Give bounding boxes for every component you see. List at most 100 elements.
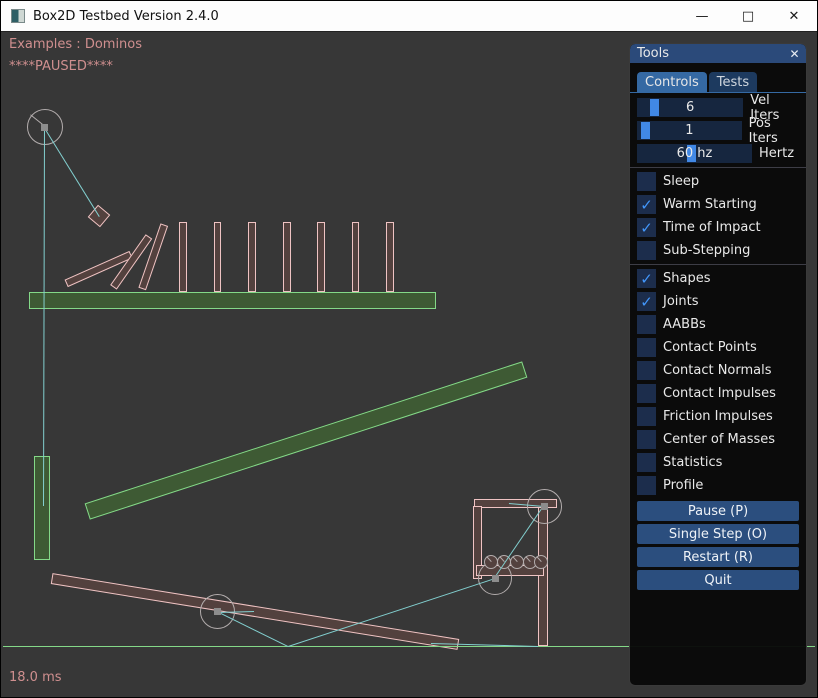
domino-standing[interactable] bbox=[352, 222, 360, 292]
title-bar: Box2D Testbed Version 2.4.0 — □ ✕ bbox=[1, 1, 817, 32]
single-step-o-button[interactable]: Single Step (O) bbox=[637, 524, 799, 544]
quit-button[interactable]: Quit bbox=[637, 570, 799, 590]
checkbox-label: Friction Impulses bbox=[663, 409, 773, 424]
slider-track[interactable]: 6 bbox=[637, 98, 743, 117]
paused-label: ****PAUSED**** bbox=[9, 59, 113, 74]
slider-vel-iters[interactable]: 6Vel Iters bbox=[637, 98, 799, 117]
checkbox-box[interactable] bbox=[637, 407, 656, 426]
joint-line bbox=[43, 128, 45, 506]
checkbox-box[interactable] bbox=[637, 430, 656, 449]
domino-standing[interactable] bbox=[179, 222, 187, 292]
checkbox-joints[interactable]: ✓ Joints bbox=[637, 292, 799, 311]
maximize-button[interactable]: □ bbox=[725, 1, 771, 31]
checkbox-aabbs[interactable]: AABBs bbox=[637, 315, 799, 334]
checkbox-friction-impulses[interactable]: Friction Impulses bbox=[637, 407, 799, 426]
checkbox-box[interactable] bbox=[637, 241, 656, 260]
checkbox-label: Center of Masses bbox=[663, 432, 775, 447]
checkbox-label: Contact Normals bbox=[663, 363, 772, 378]
check-icon: ✓ bbox=[637, 292, 656, 311]
check-icon: ✓ bbox=[637, 218, 656, 237]
checkbox-box[interactable]: ✓ bbox=[637, 292, 656, 311]
close-button[interactable]: ✕ bbox=[771, 1, 817, 31]
slider-value: 1 bbox=[637, 121, 742, 140]
checkbox-group-sim: Sleep ✓ Warm Starting ✓ Time of Impact Sub-St… bbox=[637, 172, 799, 260]
checkbox-label: Sub-Stepping bbox=[663, 243, 750, 258]
example-label: Examples : Dominos bbox=[9, 37, 142, 52]
checkbox-sleep[interactable]: Sleep bbox=[637, 172, 799, 191]
checkbox-label: Statistics bbox=[663, 455, 722, 470]
checkbox-box[interactable]: ✓ bbox=[637, 269, 656, 288]
tab-bar: ControlsTests bbox=[630, 72, 806, 92]
restart-r-button[interactable]: Restart (R) bbox=[637, 547, 799, 567]
domino-standing[interactable] bbox=[248, 222, 256, 292]
checkbox-box[interactable]: ✓ bbox=[637, 218, 656, 237]
checkbox-box[interactable] bbox=[637, 338, 656, 357]
tab-tests[interactable]: Tests bbox=[709, 72, 757, 92]
app-icon bbox=[11, 9, 25, 23]
domino-standing[interactable] bbox=[214, 222, 222, 292]
checkbox-label: Joints bbox=[663, 294, 699, 309]
slider-track[interactable]: 60 hz bbox=[637, 144, 752, 163]
slider-hertz[interactable]: 60 hz Hertz bbox=[637, 144, 799, 163]
minimize-button[interactable]: — bbox=[679, 1, 725, 31]
checkbox-group-draw: ✓ Shapes ✓ Joints AABBs Contact Points Contact… bbox=[637, 269, 799, 495]
checkbox-center-of-masses[interactable]: Center of Masses bbox=[637, 430, 799, 449]
domino-standing[interactable] bbox=[283, 222, 291, 292]
checkbox-box[interactable] bbox=[637, 315, 656, 334]
separator bbox=[630, 264, 806, 265]
tools-close-icon[interactable]: ✕ bbox=[787, 46, 802, 61]
slider-label: Pos Iters bbox=[749, 116, 799, 146]
tools-panel-title: Tools bbox=[637, 46, 669, 61]
domino-standing[interactable] bbox=[386, 222, 394, 292]
button-block: Pause (P) Single Step (O) Restart (R) Quit bbox=[637, 501, 799, 590]
app-window: Box2D Testbed Version 2.4.0 — □ ✕ Exampl… bbox=[0, 0, 818, 698]
domino-standing[interactable] bbox=[317, 222, 325, 292]
checkbox-sub-stepping[interactable]: Sub-Stepping bbox=[637, 241, 799, 260]
checkbox-box[interactable] bbox=[637, 384, 656, 403]
checkbox-label: Contact Points bbox=[663, 340, 757, 355]
slider-value: 60 hz bbox=[637, 144, 752, 163]
checkbox-label: AABBs bbox=[663, 317, 706, 332]
checkbox-label: Contact Impulses bbox=[663, 386, 776, 401]
checkbox-box[interactable] bbox=[637, 453, 656, 472]
slider-track[interactable]: 1 bbox=[637, 121, 742, 140]
frame-right-post[interactable] bbox=[538, 507, 548, 646]
tab-controls[interactable]: Controls bbox=[637, 72, 707, 92]
joint-line bbox=[44, 128, 99, 217]
checkbox-time-of-impact[interactable]: ✓ Time of Impact bbox=[637, 218, 799, 237]
checkbox-contact-normals[interactable]: Contact Normals bbox=[637, 361, 799, 380]
window-title: Box2D Testbed Version 2.4.0 bbox=[33, 9, 219, 24]
checkbox-label: Profile bbox=[663, 478, 703, 493]
slider-block: 6Vel Iters1Pos Iters60 hzHertz bbox=[637, 98, 799, 163]
checkbox-contact-points[interactable]: Contact Points bbox=[637, 338, 799, 357]
checkbox-profile[interactable]: Profile bbox=[637, 476, 799, 495]
domino-fallen[interactable] bbox=[138, 224, 167, 291]
slider-label: Hertz bbox=[759, 146, 794, 161]
checkbox-label: Sleep bbox=[663, 174, 699, 189]
check-icon: ✓ bbox=[637, 269, 656, 288]
joint-anchor bbox=[214, 608, 221, 615]
checkbox-warm-starting[interactable]: ✓ Warm Starting bbox=[637, 195, 799, 214]
checkbox-label: Time of Impact bbox=[663, 220, 761, 235]
slider-pos-iters[interactable]: 1Pos Iters bbox=[637, 121, 799, 140]
tools-panel-titlebar[interactable]: Tools ✕ bbox=[630, 44, 806, 63]
checkbox-label: Warm Starting bbox=[663, 197, 757, 212]
vertical-bar[interactable] bbox=[34, 456, 50, 560]
panel-content: 6Vel Iters1Pos Iters60 hzHertz Sleep✓War… bbox=[630, 93, 806, 590]
checkbox-statistics[interactable]: Statistics bbox=[637, 453, 799, 472]
checkbox-box[interactable]: ✓ bbox=[637, 195, 656, 214]
slider-value: 6 bbox=[637, 98, 743, 117]
checkbox-label: Shapes bbox=[663, 271, 710, 286]
checkbox-shapes[interactable]: ✓ Shapes bbox=[637, 269, 799, 288]
tools-panel: Tools ✕ ControlsTests 6Vel Iters1Pos Ite… bbox=[629, 43, 807, 686]
checkbox-box[interactable] bbox=[637, 476, 656, 495]
frame-time-label: 18.0 ms bbox=[9, 670, 62, 685]
pause-p-button[interactable]: Pause (P) bbox=[637, 501, 799, 521]
checkbox-box[interactable] bbox=[637, 361, 656, 380]
joint-anchor bbox=[492, 575, 499, 582]
joint-anchor bbox=[541, 503, 548, 510]
dominos-platform[interactable] bbox=[29, 292, 436, 309]
checkbox-contact-impulses[interactable]: Contact Impulses bbox=[637, 384, 799, 403]
angled-plank[interactable] bbox=[85, 361, 528, 519]
checkbox-box[interactable] bbox=[637, 172, 656, 191]
